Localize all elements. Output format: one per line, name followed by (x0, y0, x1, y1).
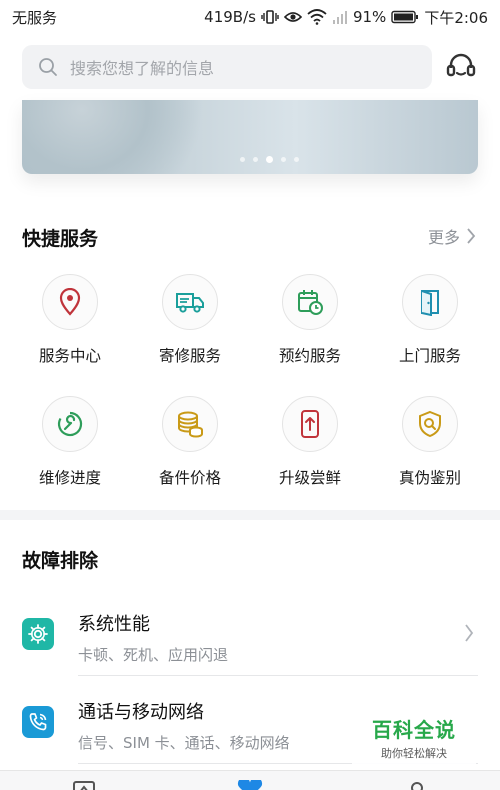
grid-label: 寄修服务 (158, 347, 221, 365)
banner-dot (253, 157, 258, 162)
system-performance-icon-box (22, 618, 54, 650)
location-pin-icon (57, 288, 83, 316)
mail-repair-item[interactable]: 寄修服务 (130, 274, 250, 366)
repair-progress-item[interactable]: 维修进度 (10, 396, 130, 488)
banner-dot-active (266, 156, 273, 163)
grid-label: 升级尝鲜 (278, 469, 341, 487)
more-label: 更多 (427, 228, 460, 247)
delivery-truck-icon (175, 290, 205, 314)
upgrade-preview-item[interactable]: 升级尝鲜 (250, 396, 370, 488)
search-input[interactable]: 搜索您想了解的信息 (22, 45, 432, 89)
system-performance-item[interactable]: 系统性能 卡顿、死机、应用闪退 (22, 588, 478, 676)
watermark-subtitle: 助你轻松解决 (381, 746, 447, 760)
grid-label: 上门服务 (398, 347, 461, 365)
list-item-title: 系统性能 (78, 614, 150, 635)
battery-icon (391, 10, 419, 24)
search-placeholder: 搜索您想了解的信息 (70, 59, 215, 78)
section-divider (0, 510, 500, 520)
onsite-service-icon-circle (402, 274, 458, 330)
appointment-item[interactable]: 预约服务 (250, 274, 370, 366)
grid-label: 备件价格 (158, 469, 221, 487)
banner-pagination (240, 156, 299, 163)
carrier-text: 无服务 (12, 8, 58, 27)
list-item-subtitle: 信号、SIM 卡、通话、移动网络 (78, 734, 290, 752)
mail-repair-icon-circle (162, 274, 218, 330)
banner-dot (281, 157, 286, 162)
banner-dot (240, 157, 245, 162)
service-center-item[interactable]: 服务中心 (10, 274, 130, 366)
search-row: 搜索您想了解的信息 (22, 44, 478, 90)
upgrade-preview-icon-circle (282, 396, 338, 452)
vibrate-icon (261, 9, 279, 25)
troubleshooting-title: 故障排除 (22, 550, 99, 572)
phone-upgrade-icon (299, 409, 321, 439)
banner-dot (294, 157, 299, 162)
authenticity-check-item[interactable]: 真伪鉴别 (370, 396, 490, 488)
grid-label: 服务中心 (38, 347, 101, 365)
profile-nav-icon[interactable] (408, 779, 426, 790)
grid-label: 维修进度 (38, 469, 101, 487)
calendar-clock-icon (296, 288, 324, 316)
bottom-navigation (0, 770, 500, 790)
onsite-service-item[interactable]: 上门服务 (370, 274, 490, 366)
network-speed: 419B/s (204, 8, 256, 26)
wifi-icon (307, 9, 327, 25)
door-icon (418, 288, 442, 316)
repair-progress-icon-circle (42, 396, 98, 452)
watermark-title: 百科全说 (372, 717, 456, 742)
gear-icon (27, 623, 49, 645)
customer-service-button[interactable] (444, 50, 478, 84)
more-link[interactable]: 更多 (428, 224, 476, 248)
appointment-icon-circle (282, 274, 338, 330)
chevron-right-icon (466, 228, 476, 244)
service-center-icon-circle (42, 274, 98, 330)
chevron-right-icon (464, 624, 474, 642)
home-nav-icon[interactable] (72, 779, 96, 790)
status-indicators: 419B/s 91% 下午2:06 (204, 7, 488, 28)
grid-label: 预约服务 (278, 347, 341, 365)
shield-search-icon (417, 410, 443, 438)
parts-price-icon-circle (162, 396, 218, 452)
wrench-progress-icon (56, 410, 84, 438)
eye-icon (283, 10, 302, 24)
battery-percent: 91% (352, 8, 387, 26)
quick-services-title: 快捷服务 (22, 228, 99, 250)
signal-icon (332, 9, 348, 25)
promo-banner[interactable] (22, 100, 478, 174)
authenticity-check-icon-circle (402, 396, 458, 452)
parts-price-item[interactable]: 备件价格 (130, 396, 250, 488)
list-item-title: 通话与移动网络 (78, 702, 204, 723)
list-item-subtitle: 卡顿、死机、应用闪退 (78, 646, 229, 664)
clock: 下午2:06 (424, 8, 488, 27)
calls-network-icon-box (22, 706, 54, 738)
phone-call-icon (27, 711, 49, 733)
headset-icon (445, 51, 477, 83)
coins-icon (175, 410, 205, 438)
search-icon (38, 57, 58, 77)
status-bar: 无服务 419B/s 91% 下午2:06 (0, 0, 500, 34)
grid-label: 真伪鉴别 (398, 469, 461, 487)
heart-nav-icon[interactable] (236, 777, 264, 790)
watermark-logo: 百科全说 助你轻松解决 (352, 708, 476, 766)
